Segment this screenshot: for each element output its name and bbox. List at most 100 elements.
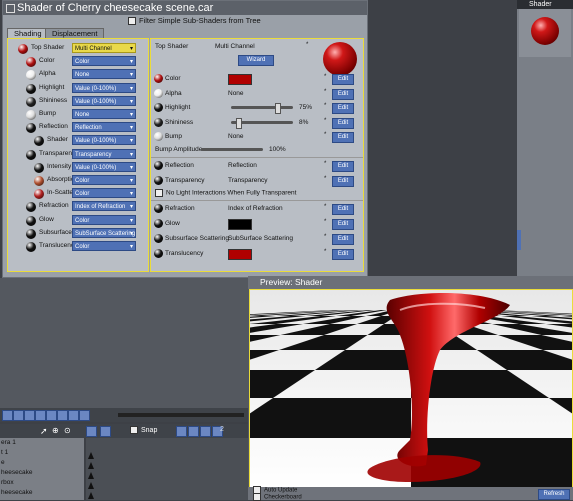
tree-label: Glow bbox=[39, 215, 54, 223]
snap-option[interactable]: Snap bbox=[130, 426, 157, 434]
tween-button-3[interactable] bbox=[200, 426, 211, 437]
tree-row[interactable]: Color Color bbox=[8, 56, 148, 68]
playback-button[interactable] bbox=[24, 410, 35, 421]
keyframe-marker[interactable] bbox=[88, 482, 94, 489]
tween-button-2[interactable] bbox=[188, 426, 199, 437]
keyframe-button-2[interactable] bbox=[100, 426, 111, 437]
tree-row[interactable]: Subsurface Sc SubSurface Scattering bbox=[8, 227, 148, 240]
close-box-icon[interactable] bbox=[6, 4, 15, 13]
tween-button-1[interactable] bbox=[176, 426, 187, 437]
edit-button[interactable]: Edit bbox=[332, 132, 354, 143]
checkbox-icon[interactable] bbox=[128, 17, 136, 26]
zoom-tool-icon[interactable]: ⊙ bbox=[64, 426, 71, 435]
shader-type-dropdown[interactable]: Color bbox=[72, 214, 136, 225]
tree-row[interactable]: Refraction Index of Refraction bbox=[8, 201, 148, 213]
keyframe-marker[interactable] bbox=[88, 472, 94, 479]
slider-handle[interactable] bbox=[236, 117, 242, 129]
edit-button[interactable]: Edit bbox=[332, 161, 354, 172]
tree-row[interactable]: Shader Value (0-100%) bbox=[8, 135, 148, 147]
shader-ball-icon bbox=[154, 249, 163, 258]
shader-type-dropdown[interactable]: Value (0-100%) bbox=[72, 135, 136, 146]
timeline-list-item[interactable]: heesecake bbox=[1, 469, 32, 476]
slider-value: 75% bbox=[299, 104, 313, 111]
shader-detail-panel: Top Shader Multi Channel * Wizard Color * Edit… bbox=[150, 38, 364, 272]
playback-button[interactable] bbox=[57, 410, 68, 421]
refresh-button[interactable]: Refresh bbox=[538, 489, 570, 500]
playback-button[interactable] bbox=[79, 410, 90, 421]
shader-tree: Top Shader Multi Channel Color Color Alpha No… bbox=[7, 38, 149, 272]
timeline-list-item[interactable]: rbox bbox=[1, 479, 14, 486]
tree-row[interactable]: Absorption Color bbox=[8, 175, 148, 187]
timeline-list-item[interactable]: t 1 bbox=[1, 449, 8, 456]
shader-type-dropdown[interactable]: Multi Channel bbox=[72, 43, 136, 53]
shader-type-dropdown[interactable]: Value (0-100%) bbox=[72, 161, 136, 172]
playback-controls bbox=[0, 408, 248, 422]
channel-value: None bbox=[228, 133, 244, 140]
timeline-list-item[interactable]: e bbox=[1, 459, 5, 466]
shader-type-dropdown[interactable]: None bbox=[72, 109, 136, 119]
shader-type-dropdown[interactable]: Value (0-100%) bbox=[72, 82, 136, 93]
shader-type-dropdown[interactable]: Color bbox=[72, 56, 136, 67]
value-slider[interactable] bbox=[231, 117, 293, 129]
shader-type-dropdown[interactable]: Value (0-100%) bbox=[72, 95, 136, 106]
shader-type-dropdown[interactable]: None bbox=[72, 69, 136, 80]
tree-row[interactable]: Alpha None bbox=[8, 69, 148, 81]
keyframe-button[interactable] bbox=[86, 426, 97, 437]
slider-handle[interactable] bbox=[275, 103, 281, 114]
pointer-tool-icon[interactable]: ➚ bbox=[40, 426, 48, 437]
edit-button[interactable]: Edit bbox=[332, 88, 354, 100]
shader-type-dropdown[interactable]: Index of Refraction bbox=[72, 201, 136, 212]
filter-option[interactable]: Filter Simple Sub-Shaders from Tree bbox=[128, 16, 261, 26]
color-swatch[interactable] bbox=[228, 249, 252, 260]
keyframe-marker[interactable] bbox=[88, 452, 94, 459]
edit-button[interactable]: Edit bbox=[332, 176, 354, 187]
tree-row[interactable]: Bump None bbox=[8, 109, 148, 121]
rotate-tool-icon[interactable]: ⊕ bbox=[52, 426, 59, 435]
shader-type-dropdown[interactable]: Reflection bbox=[72, 122, 136, 133]
top-shader-label: Top Shader bbox=[155, 43, 189, 50]
shader-type-dropdown[interactable]: Color bbox=[72, 241, 136, 251]
edit-button[interactable]: Edit bbox=[332, 117, 354, 129]
edit-button[interactable]: Edit bbox=[332, 103, 354, 114]
tree-row[interactable]: Shininess Value (0-100%) bbox=[8, 95, 148, 108]
edit-button[interactable]: Edit bbox=[332, 234, 354, 245]
preview-title[interactable]: Preview: Shader bbox=[248, 276, 573, 289]
wizard-button[interactable]: Wizard bbox=[238, 55, 274, 66]
bump-amplitude-slider[interactable] bbox=[201, 148, 263, 151]
keyframe-marker[interactable] bbox=[88, 462, 94, 469]
tree-row[interactable]: Intensity Value (0-100%) bbox=[8, 161, 148, 174]
value-slider[interactable] bbox=[231, 103, 293, 114]
color-swatch[interactable] bbox=[228, 74, 252, 85]
playback-button[interactable] bbox=[35, 410, 46, 421]
tree-row[interactable]: Top Shader Multi Channel bbox=[8, 43, 148, 55]
no-light-option[interactable]: No Light Interactions When Fully Transpa… bbox=[155, 189, 296, 197]
color-swatch[interactable] bbox=[228, 219, 252, 230]
shader-type-dropdown[interactable]: Color bbox=[72, 188, 136, 199]
timeline-slider[interactable] bbox=[118, 413, 244, 417]
playback-button[interactable] bbox=[13, 410, 24, 421]
edit-button[interactable]: Edit bbox=[332, 249, 354, 260]
tree-row[interactable]: In-Scattering Color bbox=[8, 188, 148, 200]
keyframe-marker[interactable] bbox=[88, 492, 94, 499]
shader-type-dropdown[interactable]: SubSurface Scattering bbox=[72, 227, 136, 238]
playback-button[interactable] bbox=[68, 410, 79, 421]
timeline-list-item[interactable]: era 1 bbox=[1, 439, 16, 446]
playback-button[interactable] bbox=[46, 410, 57, 421]
tree-row[interactable]: Translucency Color bbox=[8, 241, 148, 253]
edit-button[interactable]: Edit bbox=[332, 204, 354, 215]
tree-row[interactable]: Highlight Value (0-100%) bbox=[8, 82, 148, 95]
scrollbar-handle[interactable] bbox=[517, 230, 521, 250]
slider-value: 8% bbox=[299, 118, 309, 126]
edit-button[interactable]: Edit bbox=[332, 219, 354, 230]
title-bar[interactable]: Shader of Cherry cheesecake scene.car bbox=[3, 1, 367, 15]
tree-row[interactable]: Reflection Reflection bbox=[8, 122, 148, 134]
playback-button[interactable] bbox=[2, 410, 13, 421]
edit-button[interactable]: Edit bbox=[332, 74, 354, 85]
shader-type-dropdown[interactable]: Color bbox=[72, 175, 136, 185]
tree-row[interactable]: Transparency Transparency bbox=[8, 148, 148, 161]
timeline-list-item[interactable]: heesecake bbox=[1, 489, 32, 496]
tree-row[interactable]: Glow Color bbox=[8, 214, 148, 227]
shader-type-dropdown[interactable]: Transparency bbox=[72, 148, 136, 159]
tree-label: Color bbox=[39, 57, 55, 65]
shader-window: Shader of Cherry cheesecake scene.car Fi… bbox=[2, 0, 368, 278]
